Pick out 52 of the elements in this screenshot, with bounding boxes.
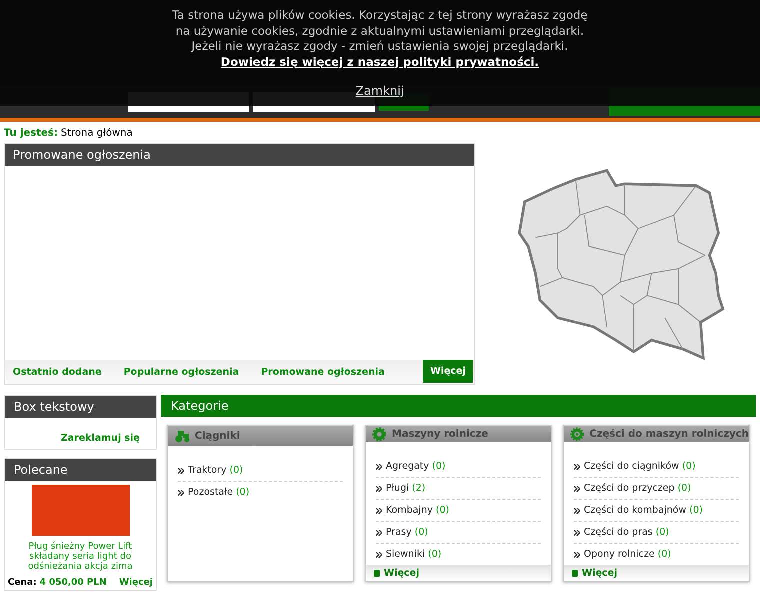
bullet-icon [376, 530, 382, 536]
subcategory-link[interactable]: Części do ciągników (0) [584, 461, 696, 472]
cog-icon [570, 426, 585, 442]
advertise-link[interactable]: Zareklamuj się [61, 433, 140, 444]
listing-tab[interactable]: Ostatnio dodane [13, 366, 102, 378]
subcategory-link[interactable]: Części do kombajnów (0) [584, 505, 703, 516]
subcategory-link[interactable]: Siewniki (0) [386, 549, 442, 560]
panel-title: Promowane ogłoszenia [5, 144, 474, 166]
bullet-icon [178, 490, 184, 496]
subcategory-link[interactable]: Opony rolnicze (0) [584, 549, 672, 560]
bullet-icon [376, 508, 382, 514]
cookie-message-line: na używanie cookies, zgodnie z aktualnymi ustawieniami przeglądarki. [176, 24, 584, 39]
category-title: Maszyny rolnicze [392, 428, 488, 440]
tractor-icon [174, 429, 190, 443]
privacy-policy-link[interactable]: Dowiedz się więcej z naszej polityki prywatności. [220, 54, 540, 70]
bullet-icon [574, 530, 580, 536]
more-button[interactable]: Więcej [423, 360, 473, 383]
subcategory-link[interactable]: Agregaty (0) [386, 461, 446, 472]
bullet-icon [376, 486, 382, 492]
panel-title: Polecane [5, 459, 156, 481]
bullet-icon [376, 552, 382, 558]
subcategory-link[interactable]: Części do przyczep (0) [584, 483, 692, 494]
subcategory-link[interactable]: Kombajny (0) [386, 505, 450, 516]
more-link[interactable]: Więcej [119, 578, 153, 588]
more-link[interactable]: Więcej [374, 568, 420, 578]
bullet-icon [376, 464, 382, 470]
bullet-icon [574, 552, 580, 558]
gear-icon [372, 426, 387, 442]
subcategory-link[interactable]: Prasy (0) [386, 527, 428, 538]
more-link[interactable]: Więcej [572, 568, 618, 578]
listing-tab[interactable]: Popularne ogłoszenia [124, 366, 240, 378]
breadcrumb-current: Strona główna [61, 128, 133, 139]
subcategory-link[interactable]: Części do pras (0) [584, 527, 670, 538]
cookie-message-line: Jeżeli nie wyrażasz zgody - zmień ustawienia swojej przeglądarki. [192, 39, 568, 54]
breadcrumb-label: Tu jesteś: [4, 128, 58, 139]
bullet-icon [178, 468, 184, 474]
listing-title-link[interactable]: Pług śnieżny Power Lift składany seria light do odśnieżania akcja zima [8, 542, 153, 572]
category-title: Części do maszyn rolniczych [590, 428, 749, 440]
listing-tab[interactable]: Promowane ogłoszenia [261, 366, 385, 378]
price-value: 4 050,00 PLN [40, 578, 107, 588]
bullet-icon [574, 508, 580, 514]
bullet-icon [574, 464, 580, 470]
subcategory-link[interactable]: Pozostałe (0) [188, 487, 250, 498]
subcategory-link[interactable]: Traktory (0) [188, 465, 244, 476]
close-link[interactable]: Zamknij [356, 84, 404, 100]
category-title: Ciągniki [195, 430, 240, 442]
cookie-message-line: Ta strona używa plików cookies. Korzystając z tej strony wyrażasz zgodę [172, 8, 588, 24]
bullet-icon [574, 486, 580, 492]
price-label: Cena: [8, 578, 37, 588]
panel-title: Kategorie [161, 395, 756, 417]
subcategory-link[interactable]: Pługi (2) [386, 483, 426, 494]
panel-title: Box tekstowy [5, 396, 156, 418]
